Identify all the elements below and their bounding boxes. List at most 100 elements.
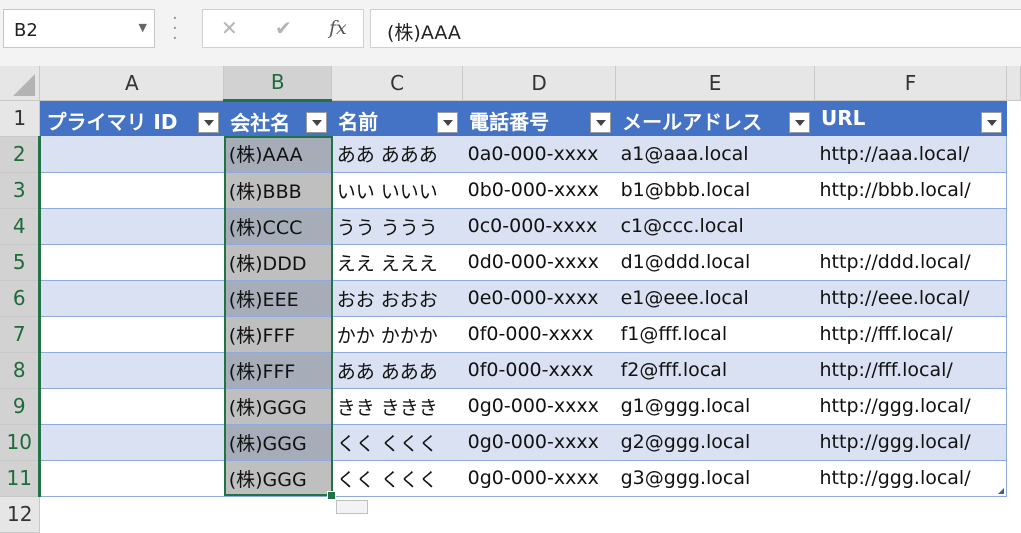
cell-phone[interactable]: 0d0-000-xxxx xyxy=(462,244,616,281)
formula-input[interactable]: (株)AAA xyxy=(370,9,1021,48)
table-header-url[interactable]: URL xyxy=(814,100,1007,136)
empty-cell[interactable] xyxy=(1006,172,1020,208)
cell-phone[interactable]: 0f0-000-xxxx xyxy=(462,352,616,389)
cell-url[interactable]: http://fff.local/ xyxy=(814,352,1007,389)
cell-company[interactable]: (株)CCC xyxy=(223,208,332,245)
row-header-8[interactable]: 8 xyxy=(0,352,42,389)
column-header-b[interactable]: B xyxy=(223,66,333,102)
cell-primary-id[interactable] xyxy=(38,388,224,425)
cell-name[interactable]: くく くくく xyxy=(331,460,463,497)
cell-primary-id[interactable] xyxy=(38,172,224,209)
cell-url[interactable]: http://ggg.local/ xyxy=(814,424,1007,461)
cell-email[interactable]: a1@aaa.local xyxy=(615,136,815,173)
cell-name[interactable]: くく くくく xyxy=(331,424,463,461)
cell-company[interactable]: (株)GGG xyxy=(223,388,332,425)
empty-cell[interactable] xyxy=(463,496,616,532)
cell-phone[interactable]: 0g0-000-xxxx xyxy=(462,460,616,497)
empty-cell[interactable] xyxy=(1006,460,1020,496)
cell-primary-id[interactable] xyxy=(38,280,224,317)
empty-cell[interactable] xyxy=(616,496,815,532)
cell-company[interactable]: (株)EEE xyxy=(223,280,332,317)
cell-company[interactable]: (株)BBB xyxy=(223,172,332,209)
table-header-primary-id[interactable]: プライマリ ID xyxy=(39,100,225,136)
empty-cell[interactable] xyxy=(1006,316,1020,352)
cell-name[interactable]: ああ あああ xyxy=(331,136,463,173)
cell-company[interactable]: (株)GGG xyxy=(223,424,332,461)
cell-company[interactable]: (株)AAA xyxy=(223,136,332,173)
column-header-a[interactable]: A xyxy=(39,66,225,101)
cell-phone[interactable]: 0a0-000-xxxx xyxy=(462,136,616,173)
cell-url[interactable]: http://ggg.local/ xyxy=(814,460,1007,497)
cell-company[interactable]: (株)DDD xyxy=(223,244,332,281)
empty-cell[interactable] xyxy=(40,496,224,532)
enter-icon[interactable]: ✔ xyxy=(275,16,292,40)
cell-phone[interactable]: 0c0-000-xxxx xyxy=(462,208,616,245)
cell-email[interactable]: g1@ggg.local xyxy=(615,388,815,425)
row-header-10[interactable]: 10 xyxy=(0,424,42,461)
cell-company[interactable]: (株)FFF xyxy=(223,352,332,389)
function-icon[interactable]: fx xyxy=(329,17,347,39)
cell-url[interactable]: http://eee.local/ xyxy=(814,280,1007,317)
row-header-9[interactable]: 9 xyxy=(0,388,42,425)
cell-primary-id[interactable] xyxy=(38,460,224,497)
column-header-d[interactable]: D xyxy=(462,66,617,101)
row-header-5[interactable]: 5 xyxy=(0,244,42,281)
cell-url[interactable]: http://aaa.local/ xyxy=(814,136,1007,173)
row-header-11[interactable]: 11 xyxy=(0,460,42,497)
cell-primary-id[interactable] xyxy=(38,244,224,281)
empty-cell[interactable] xyxy=(1006,352,1020,388)
cell-email[interactable]: e1@eee.local xyxy=(615,280,815,317)
filter-dropdown-icon[interactable] xyxy=(306,112,328,133)
filter-dropdown-icon[interactable] xyxy=(437,112,459,133)
column-header-e[interactable]: E xyxy=(615,66,816,101)
cell-url[interactable]: http://fff.local/ xyxy=(814,316,1007,353)
row-header-7[interactable]: 7 xyxy=(0,316,42,353)
cell-phone[interactable]: 0e0-000-xxxx xyxy=(462,280,616,317)
cell-url[interactable]: http://bbb.local/ xyxy=(814,172,1007,209)
cell-name[interactable]: うう ううう xyxy=(331,208,463,245)
empty-cell[interactable] xyxy=(1006,244,1020,280)
filter-dropdown-icon[interactable] xyxy=(980,112,1002,133)
cell-phone[interactable]: 0g0-000-xxxx xyxy=(462,388,616,425)
cell-primary-id[interactable] xyxy=(38,352,224,389)
cell-primary-id[interactable] xyxy=(38,136,224,173)
row-header-12[interactable]: 12 xyxy=(0,496,41,533)
cell-url[interactable] xyxy=(814,208,1007,245)
cell-email[interactable]: f1@fff.local xyxy=(615,316,815,353)
column-header-f[interactable]: F xyxy=(814,66,1007,101)
row-header-2[interactable]: 2 xyxy=(0,136,42,173)
empty-cell[interactable] xyxy=(1006,280,1020,316)
cell-url[interactable]: http://ggg.local/ xyxy=(814,388,1007,425)
cell-phone[interactable]: 0b0-000-xxxx xyxy=(462,172,616,209)
cell-primary-id[interactable] xyxy=(38,424,224,461)
cell-phone[interactable]: 0g0-000-xxxx xyxy=(462,424,616,461)
filter-dropdown-icon[interactable] xyxy=(590,112,612,133)
cell-phone[interactable]: 0f0-000-xxxx xyxy=(462,316,616,353)
empty-cell[interactable] xyxy=(1006,136,1020,172)
cell-name[interactable]: いい いいい xyxy=(331,172,463,209)
empty-cell[interactable] xyxy=(1006,100,1020,136)
cell-name[interactable]: かか かかか xyxy=(331,316,463,353)
cell-name[interactable]: おお おおお xyxy=(331,280,463,317)
cell-email[interactable]: b1@bbb.local xyxy=(615,172,815,209)
table-header-email[interactable]: メールアドレス xyxy=(615,100,816,136)
empty-cell[interactable] xyxy=(1006,424,1020,460)
table-resize-handle[interactable] xyxy=(998,488,1004,494)
empty-cell[interactable] xyxy=(1006,388,1020,424)
empty-cell[interactable] xyxy=(224,496,332,532)
empty-cell[interactable] xyxy=(1006,496,1020,532)
cell-email[interactable]: g3@ggg.local xyxy=(615,460,815,497)
column-header-g[interactable] xyxy=(1006,66,1021,101)
cell-name[interactable]: きき ききき xyxy=(331,388,463,425)
row-header-6[interactable]: 6 xyxy=(0,280,42,317)
cell-company[interactable]: (株)GGG xyxy=(223,460,332,497)
column-header-c[interactable]: C xyxy=(331,66,464,101)
cancel-icon[interactable]: ✕ xyxy=(221,16,238,40)
empty-cell[interactable] xyxy=(1006,208,1020,244)
cell-url[interactable]: http://ddd.local/ xyxy=(814,244,1007,281)
table-header-name[interactable]: 名前 xyxy=(331,100,464,136)
cell-name[interactable]: ああ あああ xyxy=(331,352,463,389)
table-header-company[interactable]: 会社名 xyxy=(223,100,333,136)
cell-email[interactable]: g2@ggg.local xyxy=(615,424,815,461)
cell-name[interactable]: ええ えええ xyxy=(331,244,463,281)
